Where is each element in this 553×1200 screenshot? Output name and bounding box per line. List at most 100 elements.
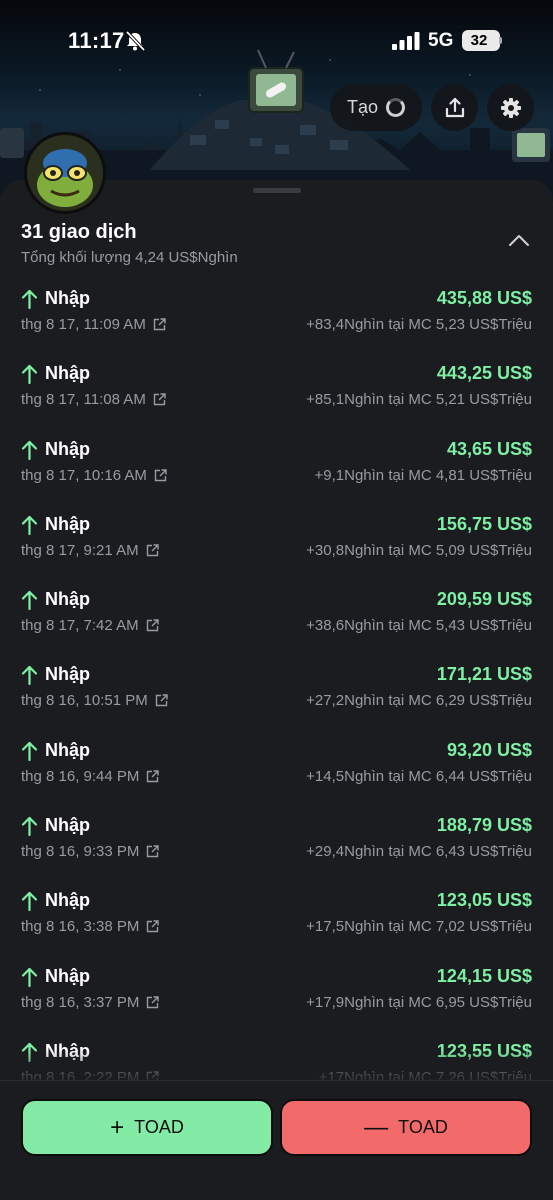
external-link-icon[interactable] (146, 770, 160, 783)
buy-button[interactable]: + TOAD (21, 1099, 273, 1156)
transaction-date-text: thg 8 17, 10:16 AM (21, 466, 147, 484)
transaction-amount: 435,88 US$ (436, 288, 532, 308)
transaction-date-text: thg 8 16, 3:37 PM (21, 993, 140, 1011)
transaction-amount: 124,15 US$ (436, 965, 532, 986)
transaction-date: thg 8 17, 11:09 AM (21, 316, 166, 333)
transaction-detail: +85,1Nghìn tại MC 5,21 US$Triệu (306, 391, 532, 409)
transaction-detail: +38,6Nghìn tại MC 5,43 US$Triệu (306, 617, 532, 635)
transactions-list[interactable]: Nhập thg 8 17, 11:09 AM 435,88 US$ +83,4Ngh… (0, 280, 553, 1080)
arrow-up-icon (21, 816, 38, 837)
transaction-amount: 171,21 US$ (436, 664, 532, 685)
transaction-amount: 209,59 US$ (436, 589, 532, 610)
sell-label: TOAD (398, 1117, 448, 1137)
transaction-date: thg 8 16, 9:33 PM (21, 843, 160, 860)
settings-button[interactable] (487, 84, 534, 131)
toad-avatar-image (27, 135, 103, 211)
battery-tip (499, 37, 502, 44)
list-fade (0, 1050, 553, 1082)
buy-label: TOAD (134, 1117, 184, 1137)
transaction-detail: +17,9Nghìn tại MC 6,95 US$Triệu (306, 993, 532, 1011)
transaction-type: Nhập (45, 363, 90, 384)
transaction-detail: +30,8Nghìn tại MC 5,09 US$Triệu (306, 541, 532, 559)
bell-slash-icon (125, 30, 146, 52)
transaction-amount: 156,75 US$ (436, 513, 532, 534)
transaction-date: thg 8 16, 3:38 PM (21, 918, 160, 936)
spinner-icon (386, 98, 406, 117)
total-volume: Tổng khối lượng 4,24 US$Nghìn (21, 249, 238, 266)
transaction-detail: +29,4Nghìn tại MC 6,43 US$Triệu (306, 843, 532, 861)
external-link-icon[interactable] (146, 619, 159, 632)
status-time: 11:17 (68, 28, 125, 53)
transaction-type: Nhập (45, 890, 90, 911)
transaction-row[interactable]: Nhập thg 8 17, 7:42 AM 209,59 US$ +38,6Nghì… (0, 581, 553, 656)
transaction-detail: +14,5Nghìn tại MC 6,44 US$Triệu (306, 767, 532, 785)
trade-actions-bar: + TOAD — TOAD (0, 1080, 553, 1200)
transaction-amount: 93,20 US$ (446, 739, 532, 760)
transaction-row[interactable]: Nhập thg 8 16, 10:51 PM 171,21 US$ +27,2Ngh… (0, 656, 553, 731)
gear-icon (500, 97, 521, 118)
transaction-amount: 443,25 US$ (436, 363, 532, 384)
transaction-type: Nhập (45, 288, 90, 308)
transaction-date-text: thg 8 17, 7:42 AM (21, 617, 139, 635)
transaction-amount: 43,65 US$ (446, 438, 532, 459)
transaction-date: thg 8 16, 10:51 PM (21, 692, 168, 709)
create-button[interactable]: Tạo (330, 84, 422, 131)
transaction-detail: +83,4Nghìn tại MC 5,23 US$Triệu (306, 316, 532, 333)
battery-level: 32 (470, 32, 488, 49)
external-link-icon[interactable] (146, 544, 159, 557)
transaction-amount: 123,05 US$ (436, 890, 532, 911)
transaction-detail: +17,5Nghìn tại MC 7,02 US$Triệu (306, 918, 532, 936)
transaction-date: thg 8 17, 11:08 AM (21, 391, 166, 408)
transactions-count: 31 giao dịch (21, 221, 137, 243)
transaction-date-text: thg 8 17, 9:21 AM (21, 541, 139, 559)
external-link-icon[interactable] (146, 995, 160, 1009)
arrow-up-icon (21, 440, 38, 460)
transaction-date-text: thg 8 17, 11:09 AM (21, 316, 146, 333)
transaction-detail: +9,1Nghìn tại MC 4,81 US$Triệu (314, 466, 532, 484)
chevron-up-icon[interactable] (506, 232, 532, 248)
minus-icon: — (364, 1113, 389, 1141)
arrow-up-icon (21, 289, 38, 309)
sheet-handle[interactable] (253, 188, 301, 193)
arrow-up-icon (21, 515, 38, 535)
transaction-type: Nhập (45, 815, 90, 836)
share-button[interactable] (431, 84, 478, 131)
transaction-row[interactable]: Nhập thg 8 17, 9:21 AM 156,75 US$ +30,8Nghì… (0, 506, 553, 581)
transaction-date: thg 8 17, 7:42 AM (21, 617, 159, 634)
transaction-date-text: thg 8 16, 9:44 PM (21, 767, 140, 785)
transaction-type: Nhập (45, 664, 90, 685)
arrow-up-icon (21, 365, 38, 385)
transaction-row[interactable]: Nhập thg 8 16, 3:37 PM 124,15 US$ +17,9Nghì… (0, 958, 553, 1033)
arrow-up-icon (21, 591, 38, 611)
transaction-date-text: thg 8 16, 10:51 PM (21, 692, 148, 710)
arrow-up-icon (21, 741, 38, 761)
token-avatar[interactable] (24, 132, 106, 214)
external-link-icon[interactable] (154, 468, 167, 482)
sell-button[interactable]: — TOAD (280, 1099, 532, 1156)
external-link-icon[interactable] (146, 845, 160, 858)
transaction-row[interactable]: Nhập thg 8 16, 9:44 PM 93,20 US$ +14,5Nghìn… (0, 732, 553, 807)
transaction-row[interactable]: Nhập thg 8 17, 10:16 AM 43,65 US$ +9,1Nghìn… (0, 431, 553, 506)
transaction-date: thg 8 16, 3:37 PM (21, 993, 160, 1011)
transaction-date: thg 8 17, 9:21 AM (21, 542, 159, 559)
transaction-type: Nhập (45, 965, 90, 986)
transaction-date-text: thg 8 17, 11:08 AM (21, 391, 146, 409)
external-link-icon[interactable] (153, 393, 166, 406)
arrow-up-icon (21, 892, 38, 912)
transaction-date: thg 8 16, 9:44 PM (21, 767, 160, 785)
external-link-icon[interactable] (146, 920, 160, 933)
network-type: 5G (428, 30, 454, 51)
battery-indicator: 32 (462, 30, 500, 51)
transaction-detail: +27,2Nghìn tại MC 6,29 US$Triệu (306, 692, 532, 710)
transaction-row[interactable]: Nhập thg 8 17, 11:08 AM 443,25 US$ +85,1Ngh… (0, 355, 553, 430)
external-link-icon[interactable] (155, 694, 168, 707)
share-icon (445, 97, 464, 117)
transaction-row[interactable]: Nhập thg 8 17, 11:09 AM 435,88 US$ +83,4Ngh… (0, 280, 553, 355)
transaction-row[interactable]: Nhập thg 8 16, 9:33 PM 188,79 US$ +29,4Nghì… (0, 807, 553, 882)
signal-icon (392, 32, 420, 50)
external-link-icon[interactable] (153, 318, 166, 331)
transaction-row[interactable]: Nhập thg 8 16, 3:38 PM 123,05 US$ +17,5Nghì… (0, 882, 553, 957)
transaction-date-text: thg 8 16, 3:38 PM (21, 918, 140, 936)
create-label: Tạo (346, 97, 379, 117)
transaction-type: Nhập (45, 589, 90, 610)
